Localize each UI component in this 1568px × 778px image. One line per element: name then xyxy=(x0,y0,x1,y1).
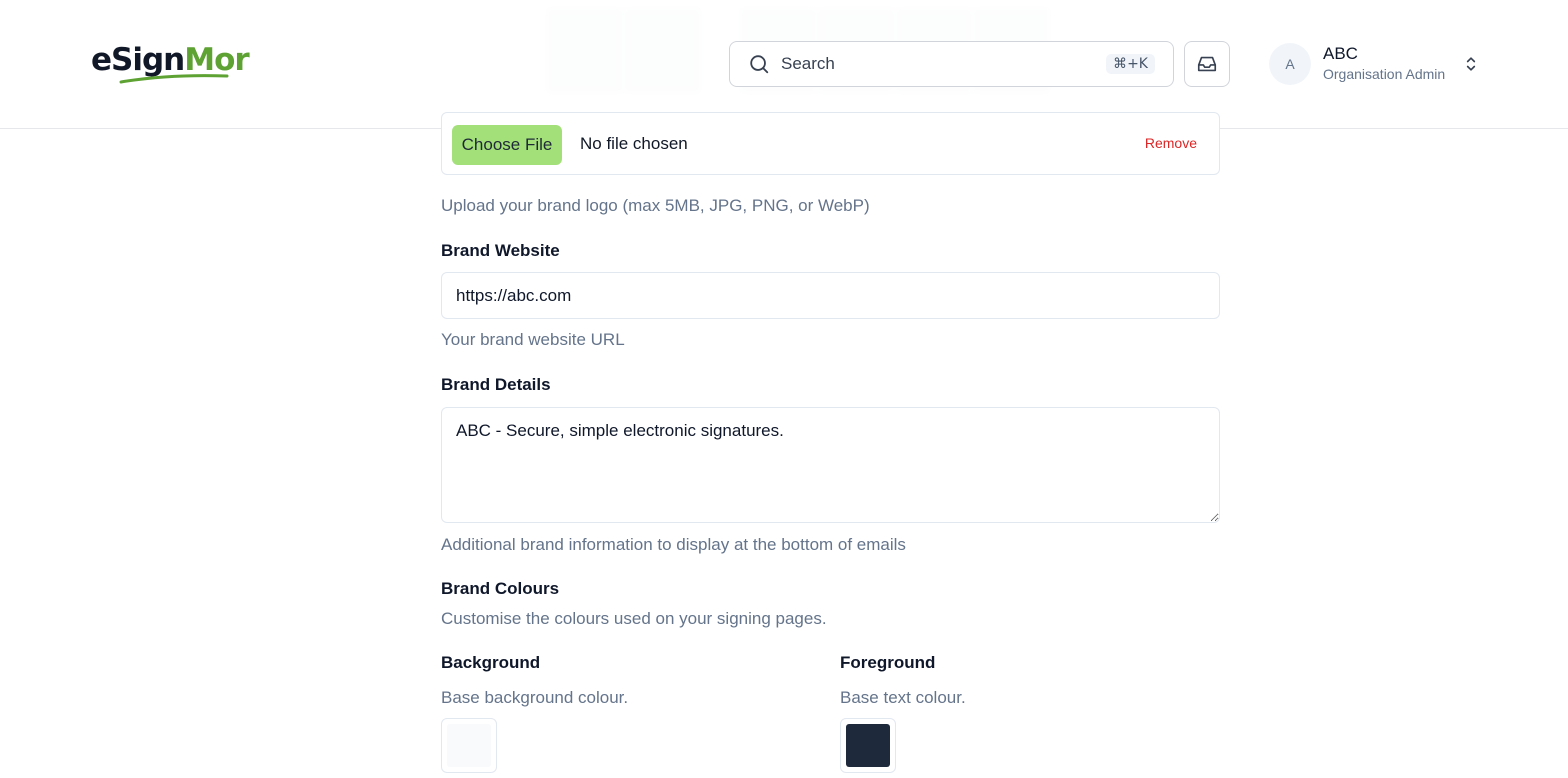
avatar: A xyxy=(1269,43,1311,85)
user-menu[interactable]: A ABC Organisation Admin xyxy=(1269,43,1489,85)
search-button[interactable]: Search ⌘+K xyxy=(729,41,1174,87)
remove-logo-button[interactable]: Remove xyxy=(1145,135,1197,151)
search-shortcut-badge: ⌘+K xyxy=(1106,54,1155,74)
foreground-colour-label: Foreground xyxy=(840,653,936,672)
top-header: eSignMor Search ⌘+K A ABC Organisation A… xyxy=(0,0,1568,129)
inbox-icon xyxy=(1197,56,1217,72)
chevron-up-down-icon xyxy=(1461,54,1481,74)
app-logo[interactable]: eSignMor xyxy=(91,34,250,86)
search-icon xyxy=(748,53,770,75)
page: ▆▆ ▆▆▆▆ eSignMor Search ⌘+K xyxy=(0,0,1568,778)
background-colour-label: Background xyxy=(441,653,541,672)
background-colour-help: Base background colour. xyxy=(441,688,629,707)
background-colour-swatch xyxy=(447,724,491,767)
foreground-colour-help: Base text colour. xyxy=(840,688,966,707)
logo-file-input: Choose File No file chosen Remove xyxy=(441,112,1220,175)
inbox-button[interactable] xyxy=(1184,41,1230,87)
foreground-colour-swatch xyxy=(846,724,890,767)
file-status: No file chosen xyxy=(580,134,688,153)
brand-colours-label: Brand Colours xyxy=(441,579,560,598)
brand-website-input[interactable] xyxy=(441,272,1220,319)
logo-swoosh-icon xyxy=(119,74,229,84)
choose-file-button[interactable]: Choose File xyxy=(452,125,562,165)
foreground-colour-picker[interactable] xyxy=(840,718,896,773)
brand-details-help: Additional brand information to display … xyxy=(441,535,906,554)
user-role: Organisation Admin xyxy=(1323,66,1446,82)
background-colour-picker[interactable] xyxy=(441,718,497,773)
brand-details-label: Brand Details xyxy=(441,375,551,394)
brand-details-textarea[interactable]: ABC - Secure, simple electronic signatur… xyxy=(441,407,1220,523)
brand-website-label: Brand Website xyxy=(441,241,560,260)
user-info: ABC Organisation Admin xyxy=(1323,44,1445,84)
logo-upload-help: Upload your brand logo (max 5MB, JPG, PN… xyxy=(441,196,870,215)
user-name: ABC xyxy=(1323,44,1358,63)
brand-website-help: Your brand website URL xyxy=(441,330,625,349)
search-label: Search xyxy=(781,54,835,73)
brand-colours-help: Customise the colours used on your signi… xyxy=(441,609,827,628)
